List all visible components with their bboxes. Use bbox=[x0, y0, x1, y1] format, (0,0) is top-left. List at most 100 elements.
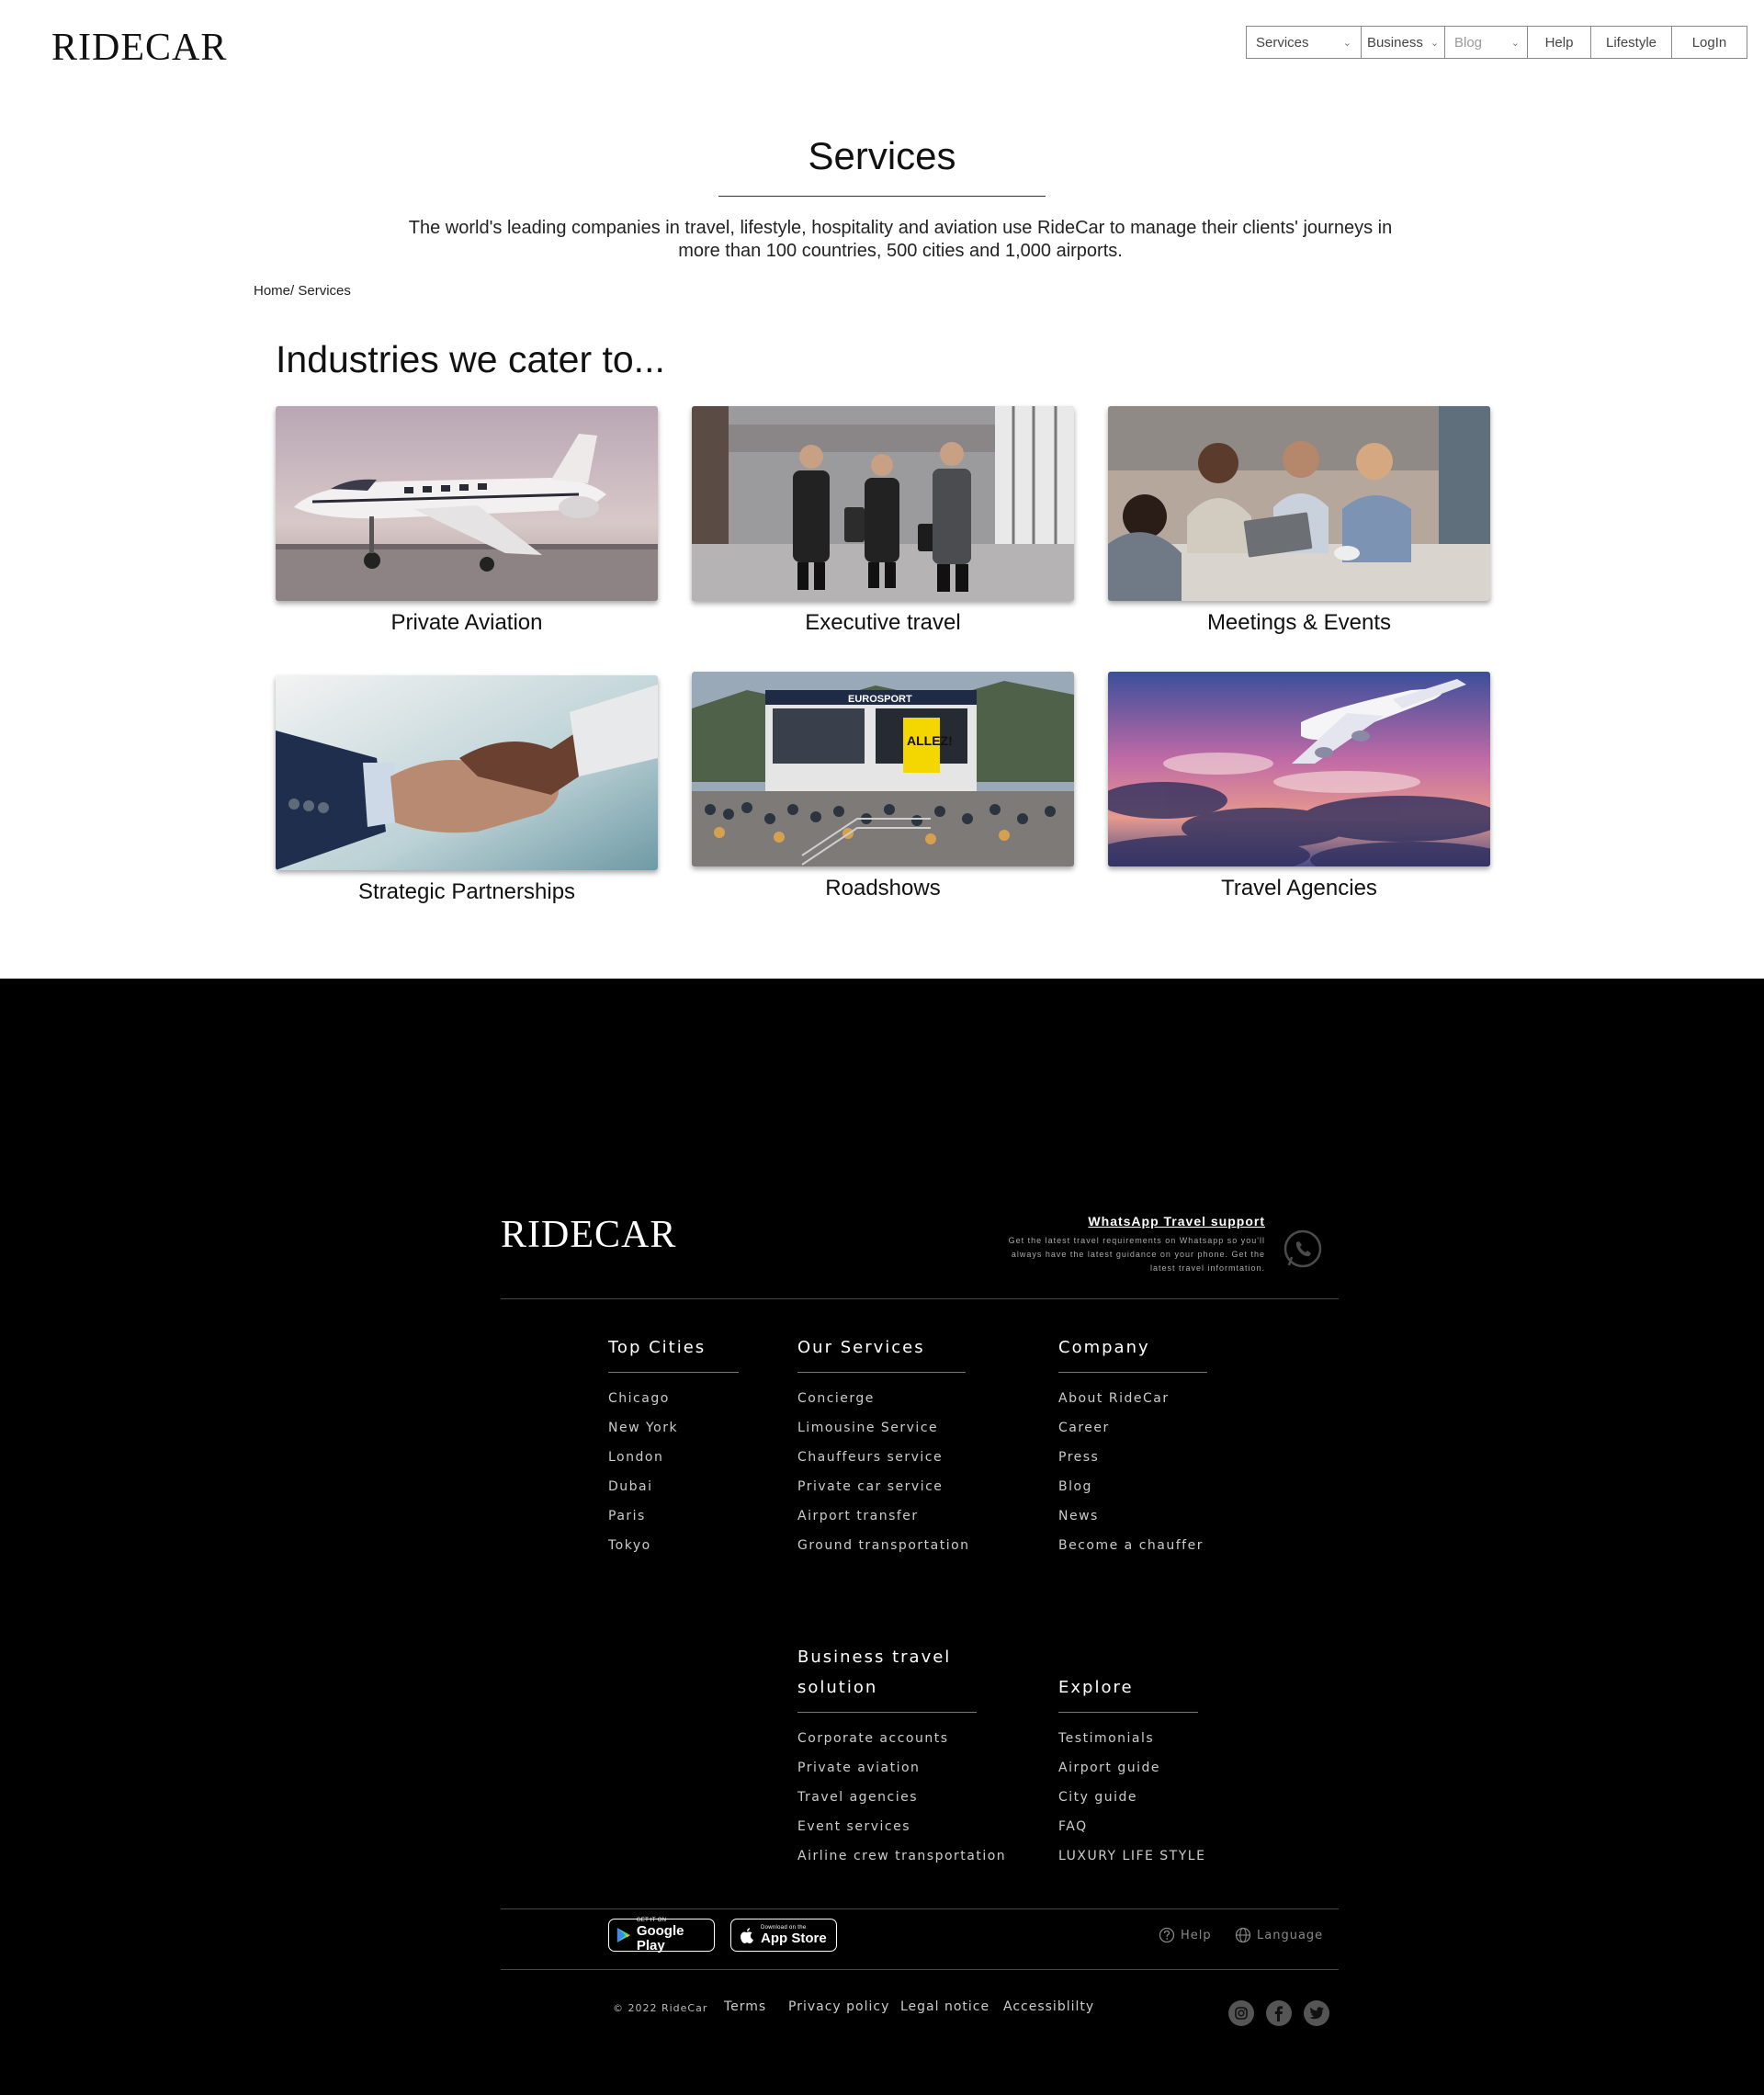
footer-language-link[interactable]: Language bbox=[1235, 1927, 1323, 1943]
chevron-down-icon: ⌄ bbox=[1342, 37, 1351, 49]
footer-link[interactable]: Concierge bbox=[797, 1384, 966, 1413]
allez-sign: ALLEZ! bbox=[907, 733, 953, 748]
nav-help-label: Help bbox=[1544, 34, 1574, 51]
footer-link[interactable]: Paris bbox=[608, 1501, 739, 1531]
footer-link[interactable]: FAQ bbox=[1058, 1812, 1198, 1841]
nav-login-label: LogIn bbox=[1691, 34, 1727, 51]
accessibility-link[interactable]: Accessiblilty bbox=[1003, 1999, 1094, 2014]
nav-lifestyle-label: Lifestyle bbox=[1605, 34, 1657, 51]
footer-link[interactable]: Chauffeurs service bbox=[797, 1443, 966, 1472]
footer-link[interactable]: Airport transfer bbox=[797, 1501, 966, 1531]
nav-help[interactable]: Help bbox=[1528, 27, 1591, 58]
legal-notice-link[interactable]: Legal notice bbox=[900, 1999, 989, 2014]
whatsapp-description: Get the latest travel requirements on Wh… bbox=[1008, 1236, 1265, 1273]
col-underline bbox=[608, 1372, 739, 1373]
col-heading: Top Cities bbox=[608, 1338, 707, 1357]
nav-services[interactable]: Services ⌄ bbox=[1247, 27, 1362, 58]
footer-help-link[interactable]: Help bbox=[1159, 1927, 1212, 1943]
terms-link[interactable]: Terms bbox=[724, 1999, 766, 2014]
footer-link[interactable]: Private car service bbox=[797, 1472, 966, 1501]
footer-link[interactable]: Tokyo bbox=[608, 1531, 739, 1560]
footer-col-business-travel: Business travel solution Corporate accou… bbox=[797, 1642, 1005, 1871]
whatsapp-support-link[interactable]: WhatsApp Travel support bbox=[992, 1214, 1265, 1229]
title-divider bbox=[718, 196, 1046, 197]
footer-link[interactable]: Airport guide bbox=[1058, 1753, 1198, 1783]
footer-link[interactable]: About RideCar bbox=[1058, 1384, 1207, 1413]
facebook-icon[interactable] bbox=[1266, 2000, 1292, 2026]
airplane-sky-photo bbox=[1108, 672, 1490, 866]
help-label: Help bbox=[1181, 1928, 1212, 1942]
col-heading: Explore bbox=[1058, 1678, 1134, 1697]
page-title: Services bbox=[808, 134, 956, 177]
nav-blog-label: Blog bbox=[1454, 34, 1483, 51]
ridecar-logo[interactable]: RIDECAR bbox=[51, 26, 227, 70]
footer-link[interactable]: Become a chauffer bbox=[1058, 1531, 1207, 1560]
card-caption: Private Aviation bbox=[390, 610, 543, 635]
footer-divider bbox=[501, 1969, 1339, 1970]
nav-lifestyle[interactable]: Lifestyle bbox=[1591, 27, 1672, 58]
industry-card-strategic-partnerships[interactable]: Strategic Partnerships bbox=[276, 675, 658, 905]
app-store-badge[interactable]: Download on the App Store bbox=[730, 1919, 837, 1952]
meeting-people-photo bbox=[1108, 406, 1490, 601]
footer-link[interactable]: Chicago bbox=[608, 1384, 739, 1413]
google-play-badge[interactable]: GET IT ON Google Play bbox=[608, 1918, 715, 1953]
col-underline bbox=[797, 1372, 966, 1373]
google-play-icon bbox=[616, 1928, 630, 1942]
footer-divider bbox=[501, 1908, 1339, 1909]
footer-link[interactable]: Airline crew transportation bbox=[797, 1841, 1005, 1871]
footer-link[interactable]: Press bbox=[1058, 1443, 1207, 1472]
footer-link[interactable]: Testimonials bbox=[1058, 1724, 1198, 1753]
col-heading-line2: solution bbox=[797, 1678, 878, 1697]
footer-link[interactable]: Ground transportation bbox=[797, 1531, 968, 1560]
handshake-photo bbox=[276, 675, 658, 870]
roadshow-crowd-photo: EUROSPORT ALLEZ! bbox=[692, 672, 1074, 866]
footer-link[interactable]: Private aviation bbox=[797, 1753, 977, 1783]
executives-walking-photo bbox=[692, 406, 1074, 601]
footer-link[interactable]: Corporate accounts bbox=[797, 1724, 977, 1753]
footer-col-our-services: Our Services Concierge Limousine Service… bbox=[797, 1332, 968, 1560]
twitter-icon[interactable] bbox=[1304, 2000, 1329, 2026]
footer-link[interactable]: News bbox=[1058, 1501, 1207, 1531]
top-navigation: Services ⌄ Business ⌄ Blog ⌄ Help Lifest… bbox=[1246, 26, 1747, 59]
footer-link[interactable]: Limousine Service bbox=[797, 1413, 966, 1443]
nav-business-label: Business bbox=[1366, 34, 1423, 51]
intro-text: The world's leading companies in travel,… bbox=[408, 218, 1393, 261]
col-underline bbox=[1058, 1712, 1198, 1713]
col-underline bbox=[797, 1712, 977, 1713]
nav-login[interactable]: LogIn bbox=[1672, 27, 1747, 58]
private-jet-photo bbox=[276, 406, 658, 601]
breadcrumb[interactable]: Home/ Services bbox=[254, 283, 351, 299]
chevron-down-icon: ⌄ bbox=[1430, 37, 1440, 49]
footer-link[interactable]: London bbox=[608, 1443, 739, 1472]
industry-card-private-aviation[interactable]: Private Aviation bbox=[276, 406, 658, 636]
footer-logo[interactable]: RIDECAR bbox=[501, 1213, 676, 1257]
footer-col-top-cities: Top Cities Chicago New York London Dubai… bbox=[608, 1332, 739, 1560]
footer-link[interactable]: New York bbox=[608, 1413, 739, 1443]
instagram-icon[interactable] bbox=[1228, 2000, 1254, 2026]
industry-card-meetings-events[interactable]: Meetings & Events bbox=[1108, 406, 1490, 636]
footer-link[interactable]: City guide bbox=[1058, 1783, 1198, 1812]
col-underline bbox=[1058, 1372, 1207, 1373]
whatsapp-icon[interactable] bbox=[1283, 1229, 1323, 1269]
language-label: Language bbox=[1257, 1928, 1324, 1942]
industries-title: Industries we cater to... bbox=[276, 338, 665, 380]
nav-blog[interactable]: Blog ⌄ bbox=[1445, 27, 1528, 58]
card-caption: Roadshows bbox=[825, 876, 941, 900]
footer-link[interactable]: Blog bbox=[1058, 1472, 1207, 1501]
nav-business[interactable]: Business ⌄ bbox=[1362, 27, 1445, 58]
col-heading-line1: Business travel bbox=[797, 1648, 952, 1667]
footer-link[interactable]: Career bbox=[1058, 1413, 1207, 1443]
card-caption: Strategic Partnerships bbox=[357, 879, 576, 904]
privacy-policy-link[interactable]: Privacy policy bbox=[788, 1999, 889, 2014]
footer: RIDECAR WhatsApp Travel support Get the … bbox=[0, 979, 1764, 2095]
industry-card-executive-travel[interactable]: Executive travel bbox=[692, 406, 1074, 636]
industry-card-roadshows[interactable]: EUROSPORT ALLEZ! Roadshows bbox=[692, 672, 1074, 901]
footer-link[interactable]: Event services bbox=[797, 1812, 977, 1841]
footer-link[interactable]: Dubai bbox=[608, 1472, 739, 1501]
footer-link[interactable]: Travel agencies bbox=[797, 1783, 977, 1812]
industry-card-travel-agencies[interactable]: Travel Agencies bbox=[1108, 672, 1490, 901]
footer-link[interactable]: LUXURY LIFE STYLE bbox=[1058, 1841, 1204, 1871]
chevron-down-icon: ⌄ bbox=[1510, 37, 1520, 49]
footer-divider bbox=[501, 1298, 1339, 1299]
card-caption: Executive travel bbox=[805, 610, 961, 635]
